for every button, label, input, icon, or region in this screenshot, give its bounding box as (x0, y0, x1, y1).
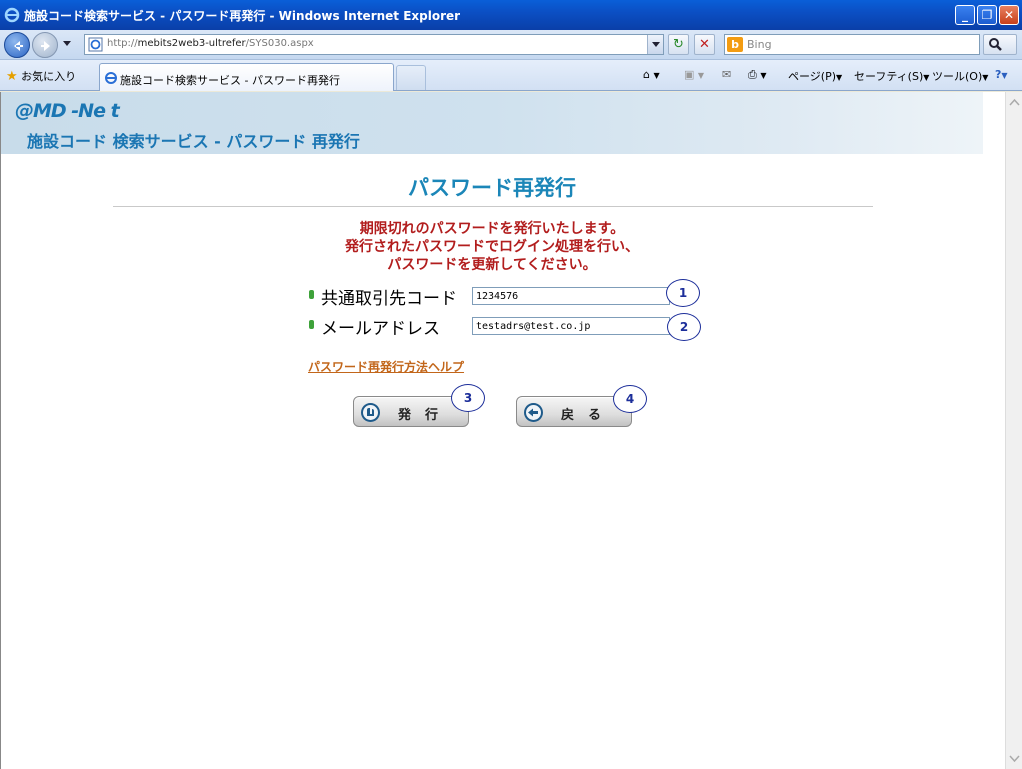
brand-logo: @MD -Ne t (15, 100, 120, 122)
back-arrow-icon (14, 41, 23, 51)
field-row-partner-code: 共通取引先コード (309, 284, 709, 309)
issue-icon (361, 403, 380, 422)
partner-code-input[interactable] (472, 287, 670, 305)
page-menu[interactable]: ページ(P)▼ (788, 68, 842, 84)
search-icon (989, 38, 1002, 51)
refresh-button[interactable]: ↻ (668, 34, 689, 55)
print-button[interactable]: ⎙ ▼ (748, 68, 766, 82)
favorites-bar: ★ お気に入り 施設コード検索サービス - パスワード再発行 ⌂ ▼ ▣ ▼ ✉… (0, 60, 1022, 91)
search-placeholder: Bing (747, 38, 772, 51)
marker-2: 2 (667, 313, 701, 341)
window-title-bar: 施設コード検索サービス - パスワード再発行 - Windows Interne… (0, 0, 1022, 30)
safety-menu[interactable]: セーフティ(S)▼ (854, 68, 929, 84)
site-banner: @MD -Ne t 施設コード 検索サービス - パスワード 再発行 (1, 92, 983, 154)
password-reissue-help-link[interactable]: パスワード再発行方法ヘルプ (308, 358, 464, 375)
favorites-button[interactable]: ★ お気に入り (6, 68, 76, 84)
email-input[interactable] (472, 317, 670, 335)
back-circle-icon (524, 403, 543, 422)
forward-arrow-icon (41, 41, 50, 51)
stop-button[interactable]: ✕ (694, 34, 715, 55)
ie-page-icon (105, 72, 117, 84)
address-field[interactable]: http://mebits2web3-ultrefer/SYS030.aspx (84, 34, 664, 55)
email-label: メールアドレス (321, 319, 440, 339)
search-button[interactable] (983, 34, 1017, 55)
notice-line: 期限切れのパスワードを発行いたします。 (359, 221, 625, 237)
history-dropdown-icon[interactable] (63, 41, 71, 46)
home-icon: ⌂ (643, 68, 650, 81)
page-icon (88, 37, 103, 52)
marker-1: 1 (666, 279, 700, 307)
mail-button[interactable]: ✉ (722, 68, 731, 81)
forward-button[interactable] (32, 32, 58, 58)
banner-subtitle: 施設コード 検索サービス - パスワード 再発行 (27, 132, 360, 151)
page-viewport: @MD -Ne t 施設コード 検索サービス - パスワード 再発行 パスワード… (0, 92, 1005, 769)
mail-icon: ✉ (722, 68, 732, 81)
marker-3: 3 (451, 384, 485, 412)
printer-icon: ⎙ (748, 68, 757, 81)
back-button[interactable] (4, 32, 30, 58)
address-dropdown-button[interactable] (647, 35, 663, 54)
marker-4: 4 (613, 385, 647, 413)
vertical-scrollbar[interactable] (1005, 92, 1022, 769)
tab-label: 施設コード検索サービス - パスワード再発行 (120, 74, 340, 87)
notice-message: 期限切れのパスワードを発行いたします。 発行されたパスワードでログイン処理を行い… (1, 220, 983, 274)
navigation-bar: http://mebits2web3-ultrefer/SYS030.aspx … (0, 30, 1022, 60)
ie-logo-icon (4, 7, 20, 23)
rss-icon: ▣ (684, 68, 695, 81)
back-page-button-label: 戻る (561, 408, 616, 423)
scroll-down-icon[interactable] (1009, 755, 1020, 763)
search-box[interactable]: b Bing (724, 34, 980, 55)
close-window-button[interactable]: ✕ (999, 5, 1019, 25)
title-divider (113, 206, 873, 207)
field-row-email: メールアドレス (309, 314, 709, 339)
browser-tab-active[interactable]: 施設コード検索サービス - パスワード再発行 (99, 63, 394, 91)
partner-code-label: 共通取引先コード (321, 289, 457, 309)
bullet-icon (309, 290, 314, 299)
issue-button-label: 発行 (398, 408, 453, 423)
maximize-button[interactable]: ❐ (977, 5, 997, 25)
address-url: http://mebits2web3-ultrefer/SYS030.aspx (107, 38, 314, 49)
home-button[interactable]: ⌂ ▼ (643, 68, 660, 81)
window-title: 施設コード検索サービス - パスワード再発行 - Windows Interne… (24, 9, 461, 23)
help-button[interactable]: ?▼ (995, 68, 1008, 81)
star-icon: ★ (6, 69, 18, 84)
bullet-icon (309, 320, 314, 329)
notice-line: パスワードを更新してください。 (387, 257, 597, 273)
bing-logo-icon: b (727, 37, 743, 52)
minimize-button[interactable]: _ (955, 5, 975, 25)
new-tab-button[interactable] (396, 65, 426, 90)
scroll-up-icon[interactable] (1009, 98, 1020, 106)
notice-line: 発行されたパスワードでログイン処理を行い、 (345, 239, 639, 255)
tools-menu[interactable]: ツール(O)▼ (932, 68, 988, 84)
feeds-button[interactable]: ▣ ▼ (684, 68, 704, 81)
page-title: パスワード再発行 (408, 176, 576, 200)
